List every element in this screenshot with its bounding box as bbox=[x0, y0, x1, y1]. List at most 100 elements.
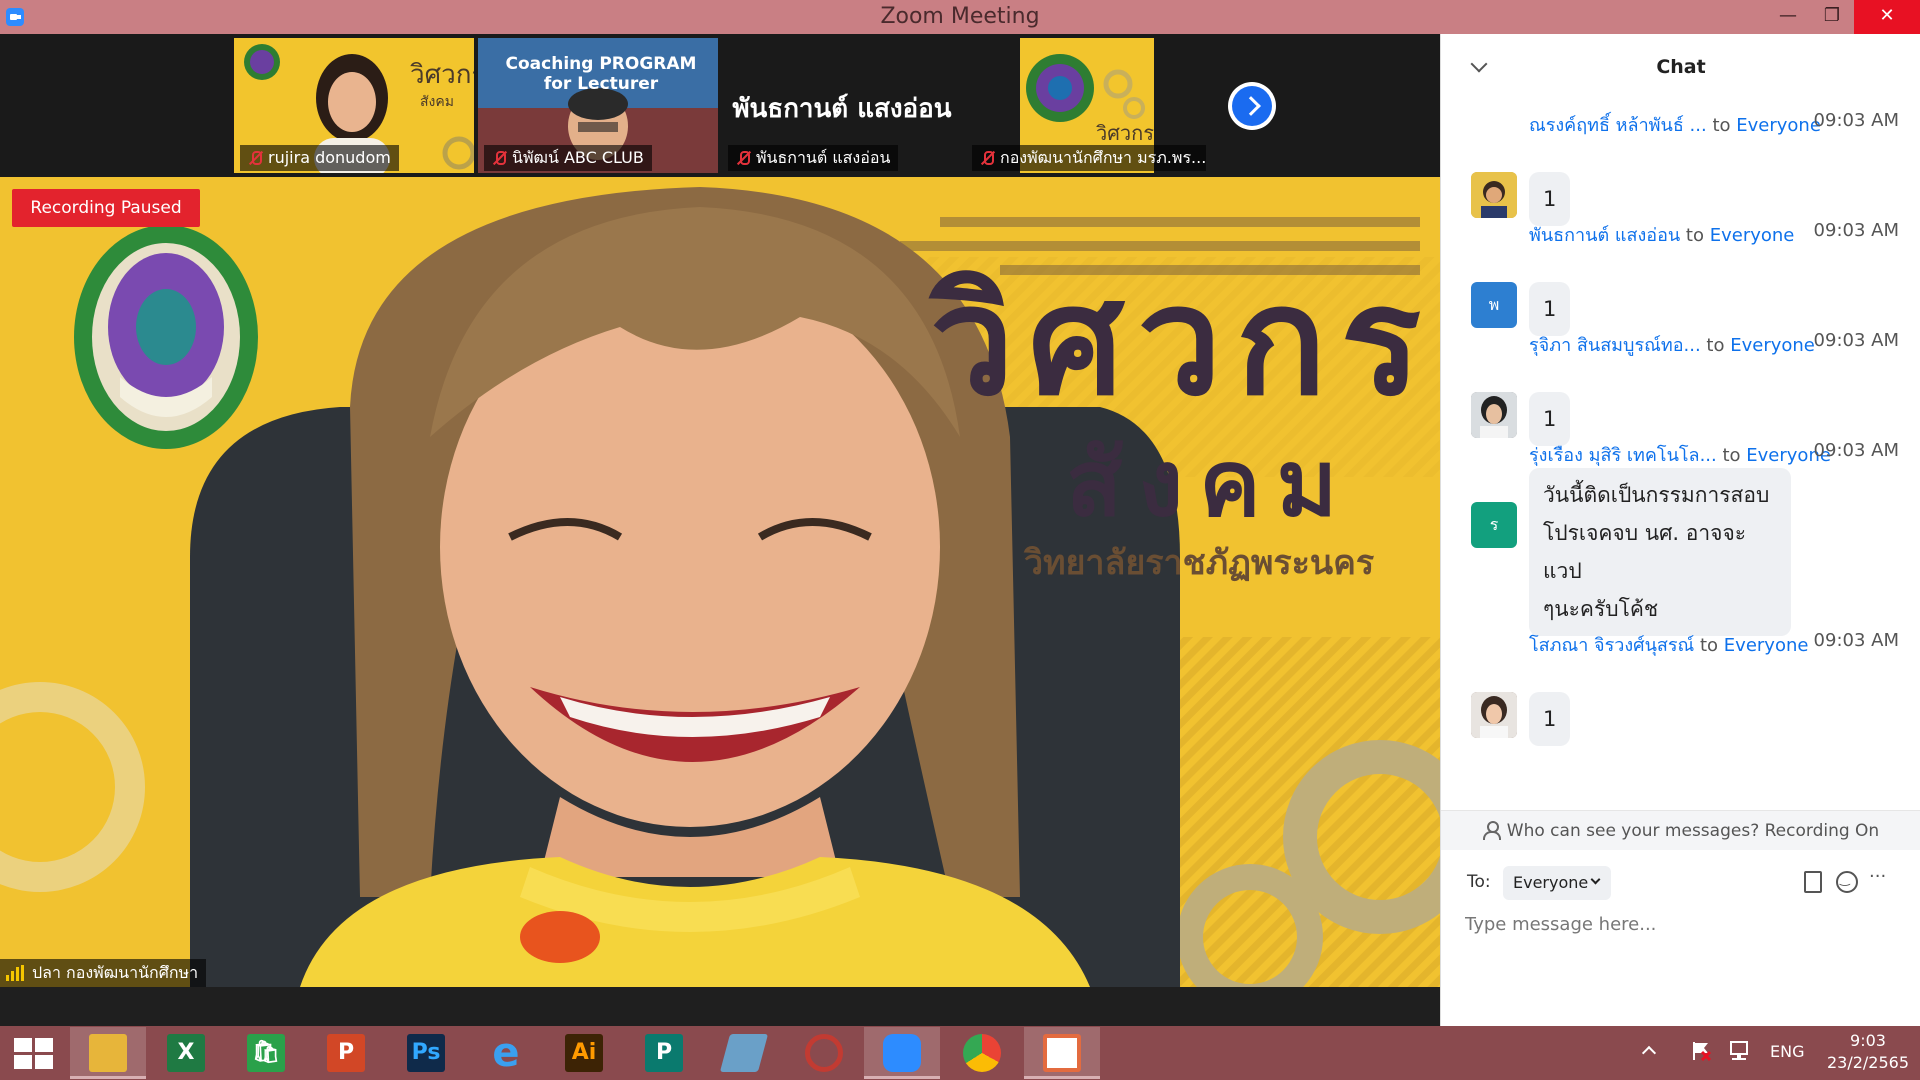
recording-status-badge[interactable]: Recording Paused bbox=[12, 189, 200, 227]
avatar bbox=[1471, 172, 1517, 218]
active-speaker-video: วิศวกร สังคม วิทยาลัยราชภัฏพระนคร Record… bbox=[0, 177, 1440, 987]
taskbar-chrome[interactable] bbox=[944, 1027, 1020, 1079]
taskbar-photo-viewer[interactable] bbox=[1024, 1027, 1100, 1079]
message-header: พันธกานต์ แสงอ่อน to Everyone 09:03 AM bbox=[1529, 220, 1899, 246]
taskbar-illustrator[interactable]: Ai bbox=[546, 1027, 622, 1079]
participant-thumbnail[interactable]: Coaching PROGRAM for Lecturer นิพัฒน์ AB… bbox=[478, 38, 718, 173]
privacy-note[interactable]: Who can see your messages? Recording On bbox=[1441, 810, 1920, 850]
folder-icon bbox=[89, 1034, 127, 1072]
message-header: รุ่งเรือง มุสิริ เทคโนโล... to Everyone … bbox=[1529, 440, 1899, 466]
message-input[interactable] bbox=[1463, 904, 1903, 944]
svg-text:สังคม: สังคม bbox=[420, 94, 454, 110]
avatar: พ bbox=[1471, 282, 1517, 328]
recipient-select[interactable]: Everyone bbox=[1503, 866, 1611, 900]
participant-display-name: พันธกานต์ แสงอ่อน bbox=[732, 94, 952, 124]
message-sender[interactable]: ณรงค์ฤทธิ์ หล้าพันธ์ ... bbox=[1529, 115, 1707, 136]
to-label: To: bbox=[1467, 872, 1491, 892]
meeting-controls-bar bbox=[0, 987, 1440, 1026]
message-time: 09:03 AM bbox=[1813, 220, 1899, 241]
network-icon[interactable] bbox=[1728, 1040, 1750, 1062]
emoji-icon[interactable] bbox=[1835, 870, 1858, 893]
participant-name-label: rujira donudom bbox=[240, 145, 399, 171]
illustrator-icon: Ai bbox=[565, 1034, 603, 1072]
mic-muted-icon bbox=[492, 151, 506, 165]
message-sender[interactable]: รุจิภา สินสมบูรณ์ทอ... bbox=[1529, 335, 1701, 356]
background-title: วิศวกร bbox=[930, 255, 1436, 429]
taskbar-publisher[interactable]: P bbox=[626, 1027, 702, 1079]
photoscape-icon bbox=[805, 1034, 843, 1072]
participant-name-label: นิพัฒน์ ABC CLUB bbox=[484, 145, 652, 171]
restore-button[interactable]: ❐ bbox=[1810, 0, 1854, 34]
zoom-icon bbox=[883, 1034, 921, 1072]
chat-panel: Chat ณรงค์ฤทธิ์ หล้าพันธ์ ... to Everyon… bbox=[1440, 34, 1920, 1026]
message-bubble: 1 bbox=[1529, 282, 1571, 336]
participant-name-label: กองพัฒนานักศึกษา มรภ.พร... bbox=[972, 145, 1206, 171]
participant-thumbnail[interactable]: วิศวกร สังคม rujira donudom bbox=[234, 38, 474, 173]
show-hidden-icons-icon[interactable] bbox=[1641, 1045, 1657, 1061]
taskbar-internet-explorer[interactable]: e bbox=[468, 1027, 544, 1079]
participant-name-label: พันธกานต์ แสงอ่อน bbox=[728, 145, 899, 171]
message-time: 09:03 AM bbox=[1813, 440, 1899, 461]
message-bubble: วันนี้ติดเป็นกรรมการสอบ โปรเจคจบ นศ. อาจ… bbox=[1529, 468, 1791, 636]
chat-header: Chat bbox=[1441, 34, 1920, 100]
photoshop-icon: Ps bbox=[407, 1034, 445, 1072]
taskbar-notepad[interactable] bbox=[706, 1027, 782, 1079]
message-time: 09:03 AM bbox=[1813, 330, 1899, 351]
powerpoint-icon: P bbox=[327, 1034, 365, 1072]
message-recipient[interactable]: Everyone bbox=[1724, 635, 1809, 656]
message-bubble: 1 bbox=[1529, 172, 1571, 226]
svg-text:วิศวกร: วิศวกร bbox=[1096, 121, 1154, 145]
window-title: Zoom Meeting bbox=[880, 4, 1040, 29]
mic-muted-icon bbox=[736, 151, 750, 165]
file-icon[interactable] bbox=[1801, 870, 1823, 893]
windows-logo-icon bbox=[14, 1038, 54, 1070]
store-icon: 🛍 bbox=[247, 1034, 285, 1072]
mic-muted-icon bbox=[248, 151, 262, 165]
taskbar: X 🛍 P Ps e Ai P ENG 9:03 23/2/2565 bbox=[0, 1026, 1920, 1080]
message-bubble: 1 bbox=[1529, 692, 1571, 746]
close-button[interactable]: ✕ bbox=[1854, 0, 1920, 34]
speaker-name-label: ปลา กองพัฒนานักศึกษา bbox=[0, 959, 207, 987]
start-button[interactable] bbox=[0, 1027, 76, 1079]
minimize-button[interactable]: — bbox=[1766, 0, 1810, 34]
flag-icon[interactable] bbox=[1690, 1040, 1712, 1062]
taskbar-photoshop[interactable]: Ps bbox=[388, 1027, 464, 1079]
excel-icon: X bbox=[167, 1034, 205, 1072]
taskbar-store[interactable]: 🛍 bbox=[228, 1027, 304, 1079]
internet-explorer-icon: e bbox=[492, 1030, 520, 1076]
message-recipient[interactable]: Everyone bbox=[1710, 225, 1795, 246]
message-recipient[interactable]: Everyone bbox=[1730, 335, 1815, 356]
message-header: รุจิภา สินสมบูรณ์ทอ... to Everyone 09:03… bbox=[1529, 330, 1899, 356]
message-recipient[interactable]: Everyone bbox=[1736, 115, 1821, 136]
chevron-down-icon bbox=[1590, 874, 1601, 885]
publisher-icon: P bbox=[645, 1034, 683, 1072]
message-sender[interactable]: รุ่งเรือง มุสิริ เทคโนโล... bbox=[1529, 445, 1717, 466]
message-time: 09:03 AM bbox=[1813, 630, 1899, 651]
taskbar-photoscape[interactable] bbox=[786, 1027, 862, 1079]
taskbar-powerpoint[interactable]: P bbox=[308, 1027, 384, 1079]
message-sender[interactable]: โสภณา จิรวงศ์นุสรณ์ bbox=[1529, 635, 1694, 656]
system-clock[interactable]: 9:03 23/2/2565 bbox=[1820, 1030, 1916, 1074]
taskbar-file-explorer[interactable] bbox=[70, 1027, 146, 1079]
message-bubble: 1 bbox=[1529, 392, 1571, 446]
notepad-icon bbox=[719, 1034, 769, 1072]
photo-viewer-icon bbox=[1043, 1034, 1081, 1072]
mic-muted-icon bbox=[980, 151, 994, 165]
recipient-row: To: Everyone ··· bbox=[1441, 860, 1920, 904]
language-indicator[interactable]: ENG bbox=[1770, 1042, 1804, 1061]
svg-text:วิศวกร: วิศวกร bbox=[410, 60, 474, 90]
participant-thumbnail[interactable]: พันธกานต์ แสงอ่อน พันธกานต์ แสงอ่อน bbox=[722, 38, 962, 173]
signal-strength-icon bbox=[6, 965, 26, 981]
taskbar-excel[interactable]: X bbox=[148, 1027, 224, 1079]
more-options-icon[interactable]: ··· bbox=[1869, 868, 1891, 892]
message-sender[interactable]: พันธกานต์ แสงอ่อน bbox=[1529, 225, 1680, 246]
background-caption: วิทยาลัยราชภัฏพระนคร bbox=[1024, 543, 1375, 583]
next-page-button[interactable] bbox=[1228, 82, 1276, 130]
background-subtitle-word: สังคม bbox=[1066, 430, 1354, 537]
chat-title: Chat bbox=[1656, 56, 1706, 78]
avatar bbox=[1471, 392, 1517, 438]
thumbnail-strip: วิศวกร สังคม rujira donudom Coaching PRO… bbox=[0, 34, 1440, 177]
participant-thumbnail[interactable]: วิศวกร กองพัฒนานักศึกษา มรภ.พร... bbox=[966, 38, 1206, 173]
person-icon bbox=[1482, 821, 1501, 840]
taskbar-zoom[interactable] bbox=[864, 1027, 940, 1079]
